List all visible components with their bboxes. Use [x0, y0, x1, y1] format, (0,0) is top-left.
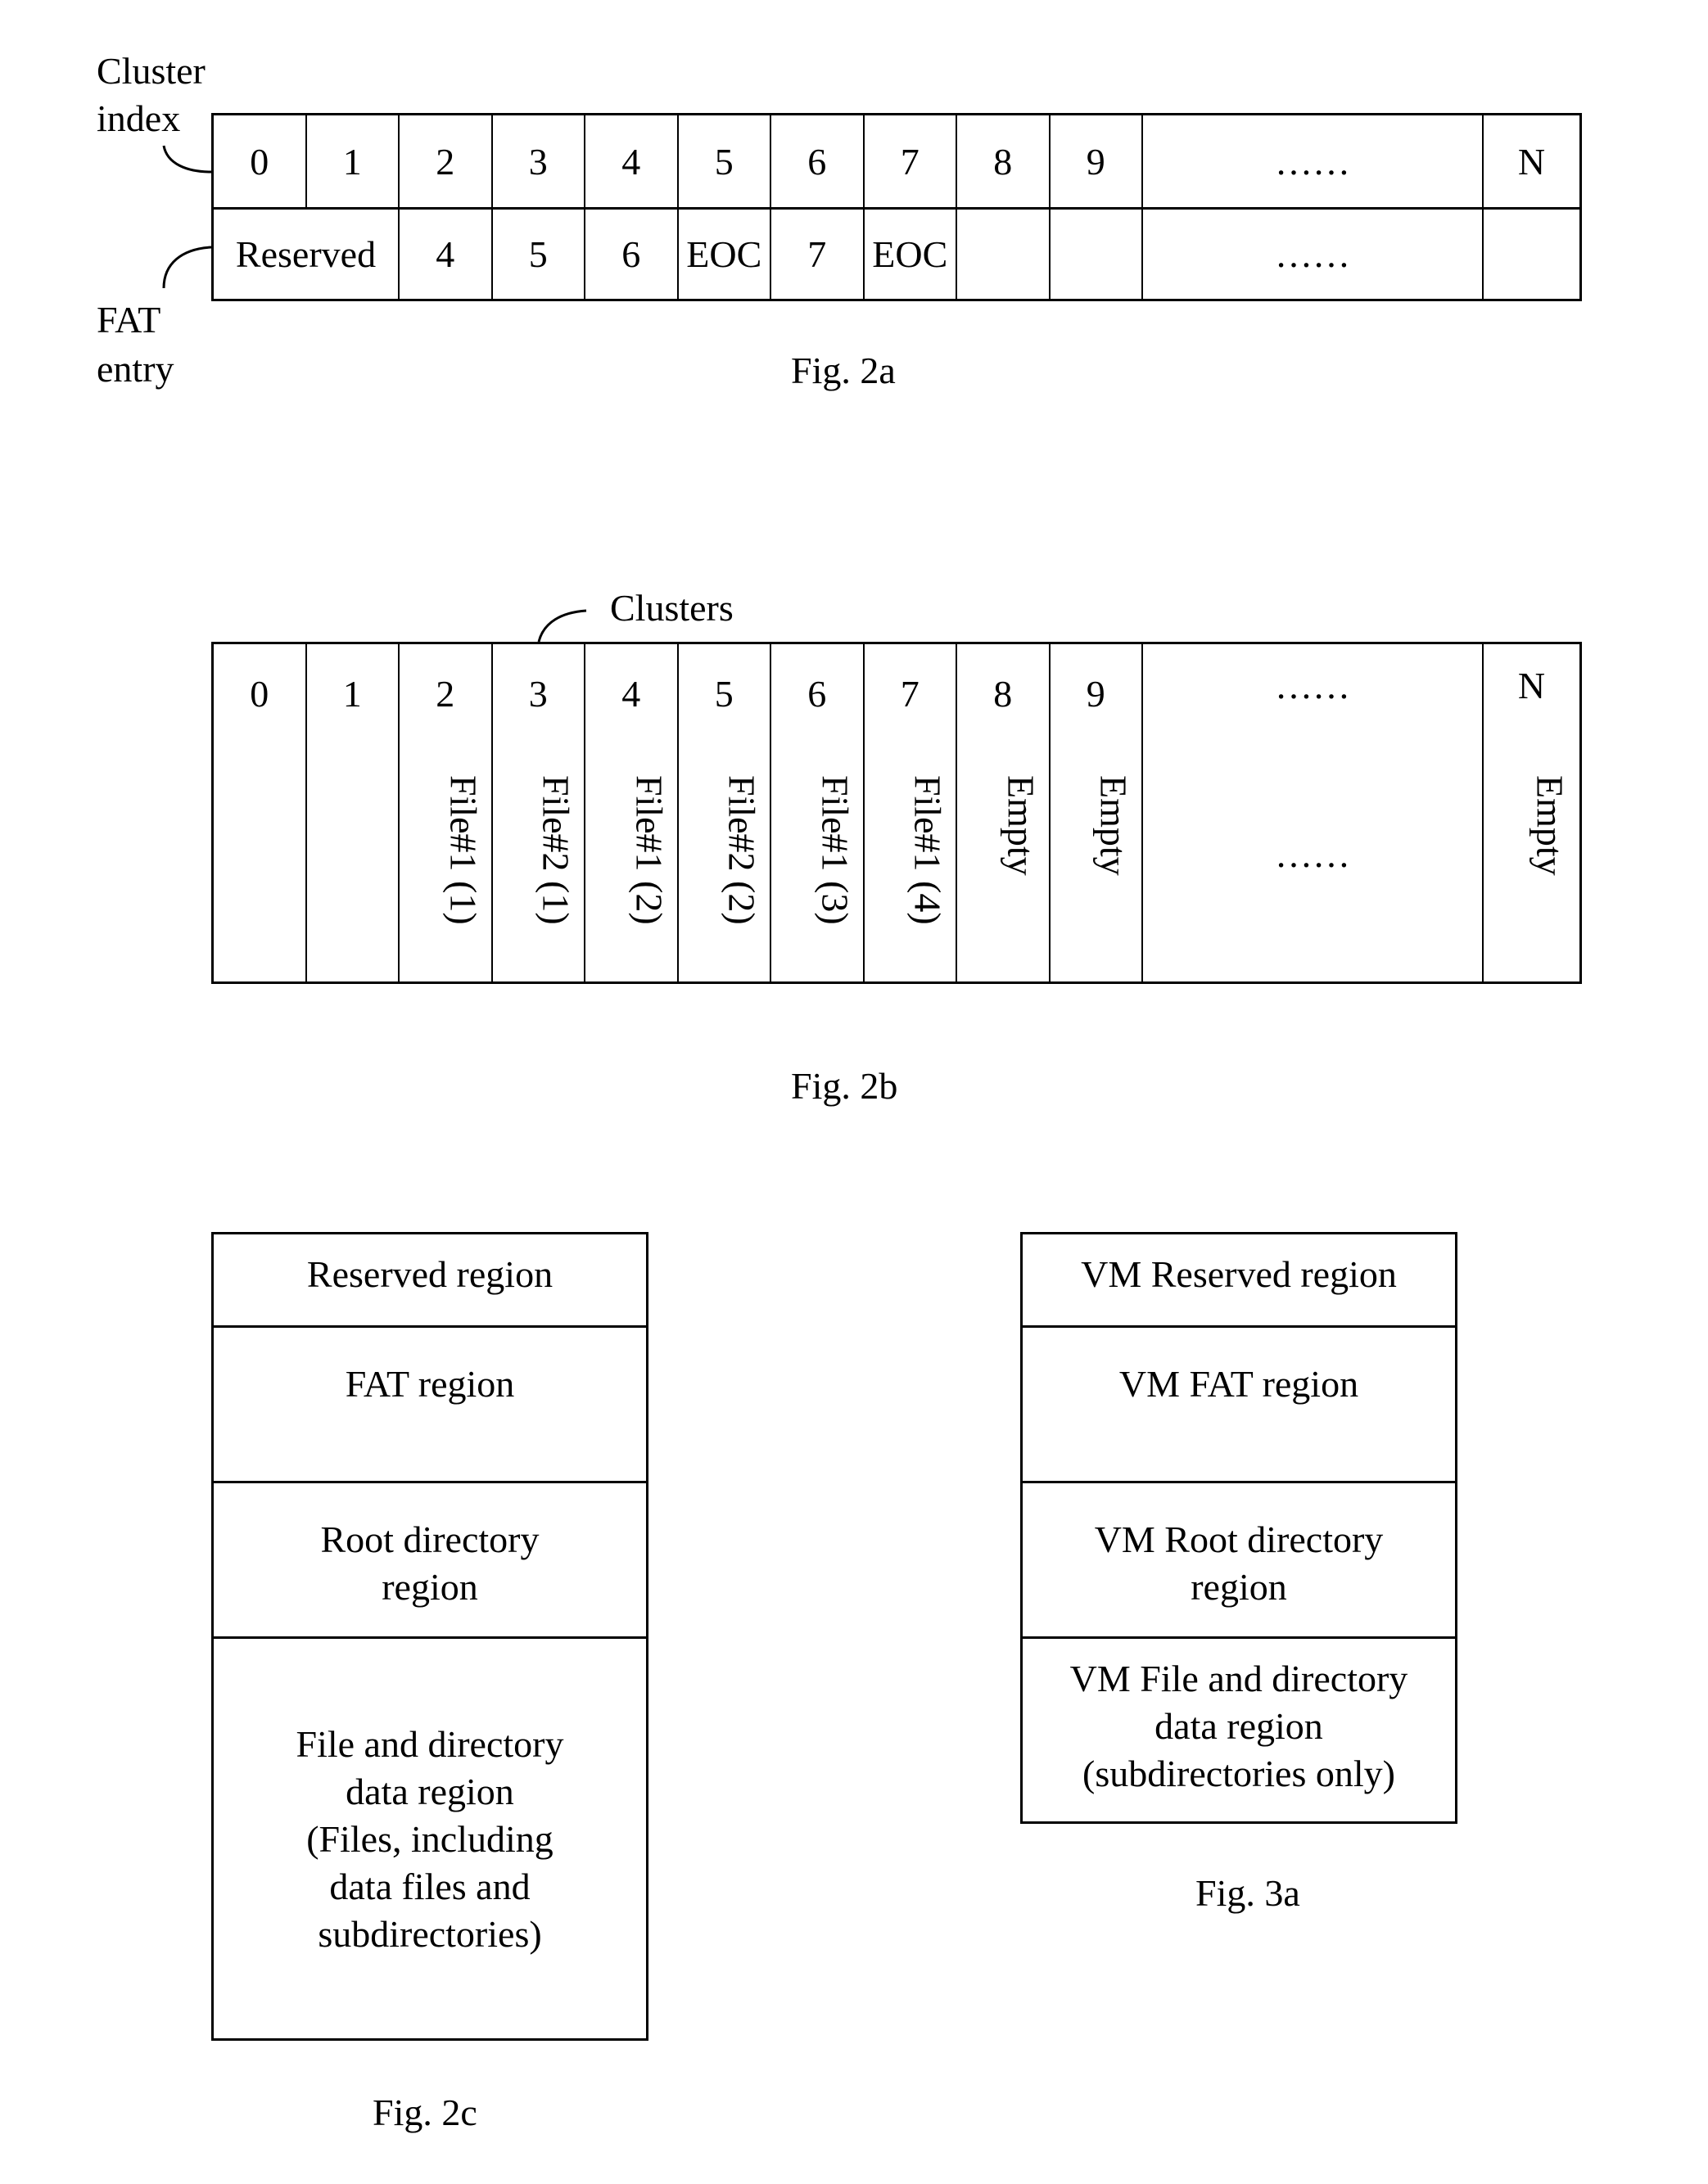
region-label-line: data region — [346, 1771, 514, 1812]
cluster-column: 4 File#1 (2) — [585, 644, 679, 981]
fat-layout-box: Reserved region FAT region Root directory r… — [211, 1232, 648, 2041]
cluster-index: 2 — [436, 673, 455, 715]
region-label-line: File and directory — [296, 1723, 564, 1765]
cluster-column: 5 File#2 (2) — [679, 644, 771, 981]
region-label-line: (Files, including — [306, 1818, 554, 1860]
clusters-table: 0 1 2 File#1 (1) 3 File#2 (1) 4 File#1 (2) 5 File… — [211, 642, 1582, 984]
cluster-column: 8 Empty — [957, 644, 1051, 981]
cluster-column: 2 File#1 (1) — [400, 644, 493, 981]
vm-region-0: VM Reserved region — [1023, 1234, 1455, 1328]
region-label-line: VM File and directory — [1069, 1658, 1408, 1699]
cluster-index: 5 — [714, 673, 734, 715]
fat-region-0: Reserved region — [214, 1234, 646, 1328]
cluster-column: 7 File#1 (4) — [865, 644, 957, 981]
fig-2c-caption: Fig. 2c — [373, 2091, 477, 2133]
region-label-line: VM FAT region — [1118, 1363, 1359, 1405]
vm-region-1: VM FAT region — [1023, 1328, 1455, 1483]
region-label-line: FAT region — [345, 1363, 515, 1405]
fig-2b-caption: Fig. 2b — [791, 1065, 898, 1107]
cluster-index: 4 — [621, 673, 641, 715]
region-label-line: data files and — [329, 1866, 531, 1907]
region-label-line: VM Root directory — [1094, 1518, 1384, 1560]
cluster-column: 0 — [214, 644, 307, 981]
vm-region-2: VM Root directory region — [1023, 1483, 1455, 1639]
cluster-column: 1 — [307, 644, 400, 981]
cluster-content: …… — [1275, 833, 1350, 875]
cluster-column: N Empty — [1484, 644, 1579, 981]
fat-region-1: FAT region — [214, 1328, 646, 1483]
cluster-content: File#1 (2) — [628, 775, 671, 925]
cluster-content: Empty — [1000, 775, 1042, 876]
vm-region-3: VM File and directory data region (subdire… — [1023, 1639, 1455, 1821]
cluster-index: 6 — [807, 673, 827, 715]
cluster-index: 0 — [250, 673, 269, 715]
fig-2b-leader-line — [537, 609, 587, 643]
region-label-line: region — [1191, 1566, 1287, 1608]
cluster-content: Empty — [1529, 775, 1570, 876]
region-label-line: region — [382, 1566, 478, 1608]
cluster-index: 9 — [1086, 673, 1105, 715]
cluster-content: File#2 (2) — [721, 775, 763, 925]
region-label-line: (subdirectories only) — [1082, 1753, 1395, 1794]
region-label-line: data region — [1154, 1705, 1323, 1747]
cluster-content: File#1 (1) — [442, 775, 485, 925]
region-label-line: Reserved region — [306, 1253, 554, 1295]
cluster-column: …… …… — [1143, 644, 1484, 981]
fat-region-2: Root directory region — [214, 1483, 646, 1639]
cluster-content: File#1 (4) — [906, 775, 949, 925]
cluster-column: 3 File#2 (1) — [493, 644, 585, 981]
cluster-index: 1 — [342, 673, 362, 715]
cluster-index: …… — [1275, 665, 1350, 706]
cluster-index: 7 — [900, 673, 920, 715]
cluster-content: File#2 (1) — [535, 775, 577, 925]
cluster-column: 6 File#1 (3) — [771, 644, 865, 981]
region-label-line: VM Reserved region — [1081, 1253, 1397, 1295]
cluster-content: File#1 (3) — [814, 775, 856, 925]
cluster-column: 9 Empty — [1051, 644, 1143, 981]
vm-fat-layout-box: VM Reserved region VM FAT region VM Root d… — [1020, 1232, 1457, 1824]
cluster-index: 8 — [993, 673, 1013, 715]
region-label-line: subdirectories) — [318, 1913, 542, 1955]
clusters-leader — [537, 609, 587, 643]
fat-region-3: File and directory data region (Files, inc… — [214, 1639, 646, 2038]
cluster-index: N — [1517, 665, 1546, 706]
cluster-index: 3 — [528, 673, 548, 715]
region-label-line: Root directory — [320, 1518, 540, 1560]
fig-3a-caption: Fig. 3a — [1195, 1872, 1300, 1914]
cluster-content: Empty — [1092, 775, 1135, 876]
